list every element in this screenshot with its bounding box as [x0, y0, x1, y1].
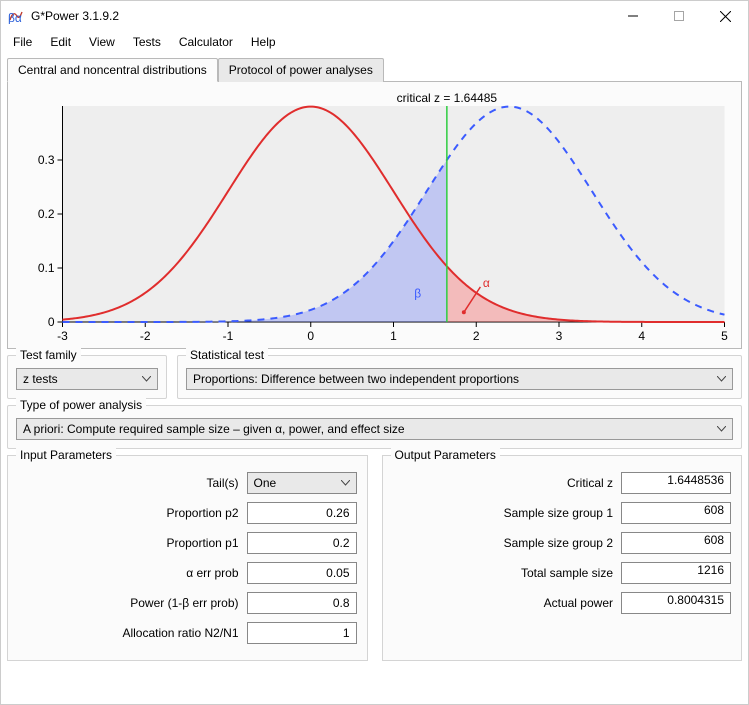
p1-input[interactable] [247, 532, 357, 554]
input-parameters-legend: Input Parameters [16, 448, 116, 462]
analysis-type-value: A priori: Compute required sample size –… [23, 422, 405, 436]
app-icon: βα [7, 7, 25, 25]
menubar: File Edit View Tests Calculator Help [1, 31, 748, 53]
svg-text:0.2: 0.2 [38, 207, 55, 221]
n2-output: 608 [621, 532, 731, 554]
alpha-input[interactable] [247, 562, 357, 584]
analysis-type-label: Type of power analysis [16, 398, 146, 412]
svg-text:β: β [414, 287, 421, 301]
statistical-test-value: Proportions: Difference between two inde… [193, 372, 519, 386]
n1-output: 608 [621, 502, 731, 524]
menu-help[interactable]: Help [249, 33, 278, 51]
test-family-select[interactable]: z tests [16, 368, 158, 390]
svg-text:-3: -3 [57, 329, 68, 343]
svg-text:-2: -2 [140, 329, 151, 343]
svg-text:5: 5 [721, 329, 728, 343]
power-label: Power (1-β err prob) [18, 596, 247, 610]
power-input[interactable] [247, 592, 357, 614]
statistical-test-group: Statistical test Proportions: Difference… [177, 355, 742, 399]
minimize-button[interactable] [610, 1, 656, 31]
apower-label: Actual power [393, 596, 622, 610]
distribution-chart: -3 -2 -1 0 1 2 3 4 5 0 0.1 0.2 0.3 critical z = 1.644… [14, 88, 735, 348]
titlebar: βα G*Power 3.1.9.2 [1, 1, 748, 31]
output-parameters-group: Output Parameters Critical z1.6448536 Sa… [382, 455, 743, 661]
svg-text:βα: βα [8, 11, 22, 24]
svg-text:0: 0 [48, 315, 55, 329]
tab-bar: Central and noncentral distributions Pro… [1, 53, 748, 81]
chevron-down-icon [717, 426, 726, 432]
tails-label: Tail(s) [18, 476, 247, 490]
alpha-label: α err prob [18, 566, 247, 580]
menu-view[interactable]: View [87, 33, 117, 51]
tab-central-distributions[interactable]: Central and noncentral distributions [7, 58, 218, 82]
tails-value: One [254, 476, 277, 490]
alloc-label: Allocation ratio N2/N1 [18, 626, 247, 640]
chevron-down-icon [717, 376, 726, 382]
menu-file[interactable]: File [11, 33, 34, 51]
svg-text:2: 2 [473, 329, 480, 343]
apower-output: 0.8004315 [621, 592, 731, 614]
svg-text:0.3: 0.3 [38, 153, 55, 167]
menu-tests[interactable]: Tests [131, 33, 163, 51]
window-controls [610, 1, 748, 31]
ntot-label: Total sample size [393, 566, 622, 580]
svg-text:0: 0 [307, 329, 314, 343]
svg-text:0.1: 0.1 [38, 261, 55, 275]
test-family-label: Test family [16, 348, 81, 362]
svg-text:3: 3 [556, 329, 563, 343]
critz-output: 1.6448536 [621, 472, 731, 494]
chevron-down-icon [142, 376, 151, 382]
svg-text:-1: -1 [223, 329, 234, 343]
tails-select[interactable]: One [247, 472, 357, 494]
svg-text:4: 4 [638, 329, 645, 343]
test-family-value: z tests [23, 372, 58, 386]
p2-input[interactable] [247, 502, 357, 524]
analysis-type-select[interactable]: A priori: Compute required sample size –… [16, 418, 733, 440]
svg-text:critical z = 1.64485: critical z = 1.64485 [397, 91, 498, 105]
ntot-output: 1216 [621, 562, 731, 584]
chevron-down-icon [341, 480, 350, 486]
critz-label: Critical z [393, 476, 622, 490]
maximize-button[interactable] [656, 1, 702, 31]
app-window: βα G*Power 3.1.9.2 File Edit View Tests … [0, 0, 749, 705]
menu-calculator[interactable]: Calculator [177, 33, 235, 51]
p2-label: Proportion p2 [18, 506, 247, 520]
n1-label: Sample size group 1 [393, 506, 622, 520]
statistical-test-label: Statistical test [186, 348, 268, 362]
window-title: G*Power 3.1.9.2 [31, 9, 610, 23]
input-parameters-group: Input Parameters Tail(s) One Proportion … [7, 455, 368, 661]
analysis-type-group: Type of power analysis A priori: Compute… [7, 405, 742, 449]
alloc-input[interactable] [247, 622, 357, 644]
test-family-group: Test family z tests [7, 355, 167, 399]
svg-text:α: α [483, 276, 490, 290]
statistical-test-select[interactable]: Proportions: Difference between two inde… [186, 368, 733, 390]
n2-label: Sample size group 2 [393, 536, 622, 550]
tab-protocol[interactable]: Protocol of power analyses [218, 58, 384, 82]
menu-edit[interactable]: Edit [48, 33, 73, 51]
close-button[interactable] [702, 1, 748, 31]
chart-panel: -3 -2 -1 0 1 2 3 4 5 0 0.1 0.2 0.3 critical z = 1.644… [7, 81, 742, 349]
svg-text:1: 1 [390, 329, 397, 343]
p1-label: Proportion p1 [18, 536, 247, 550]
output-parameters-legend: Output Parameters [391, 448, 500, 462]
